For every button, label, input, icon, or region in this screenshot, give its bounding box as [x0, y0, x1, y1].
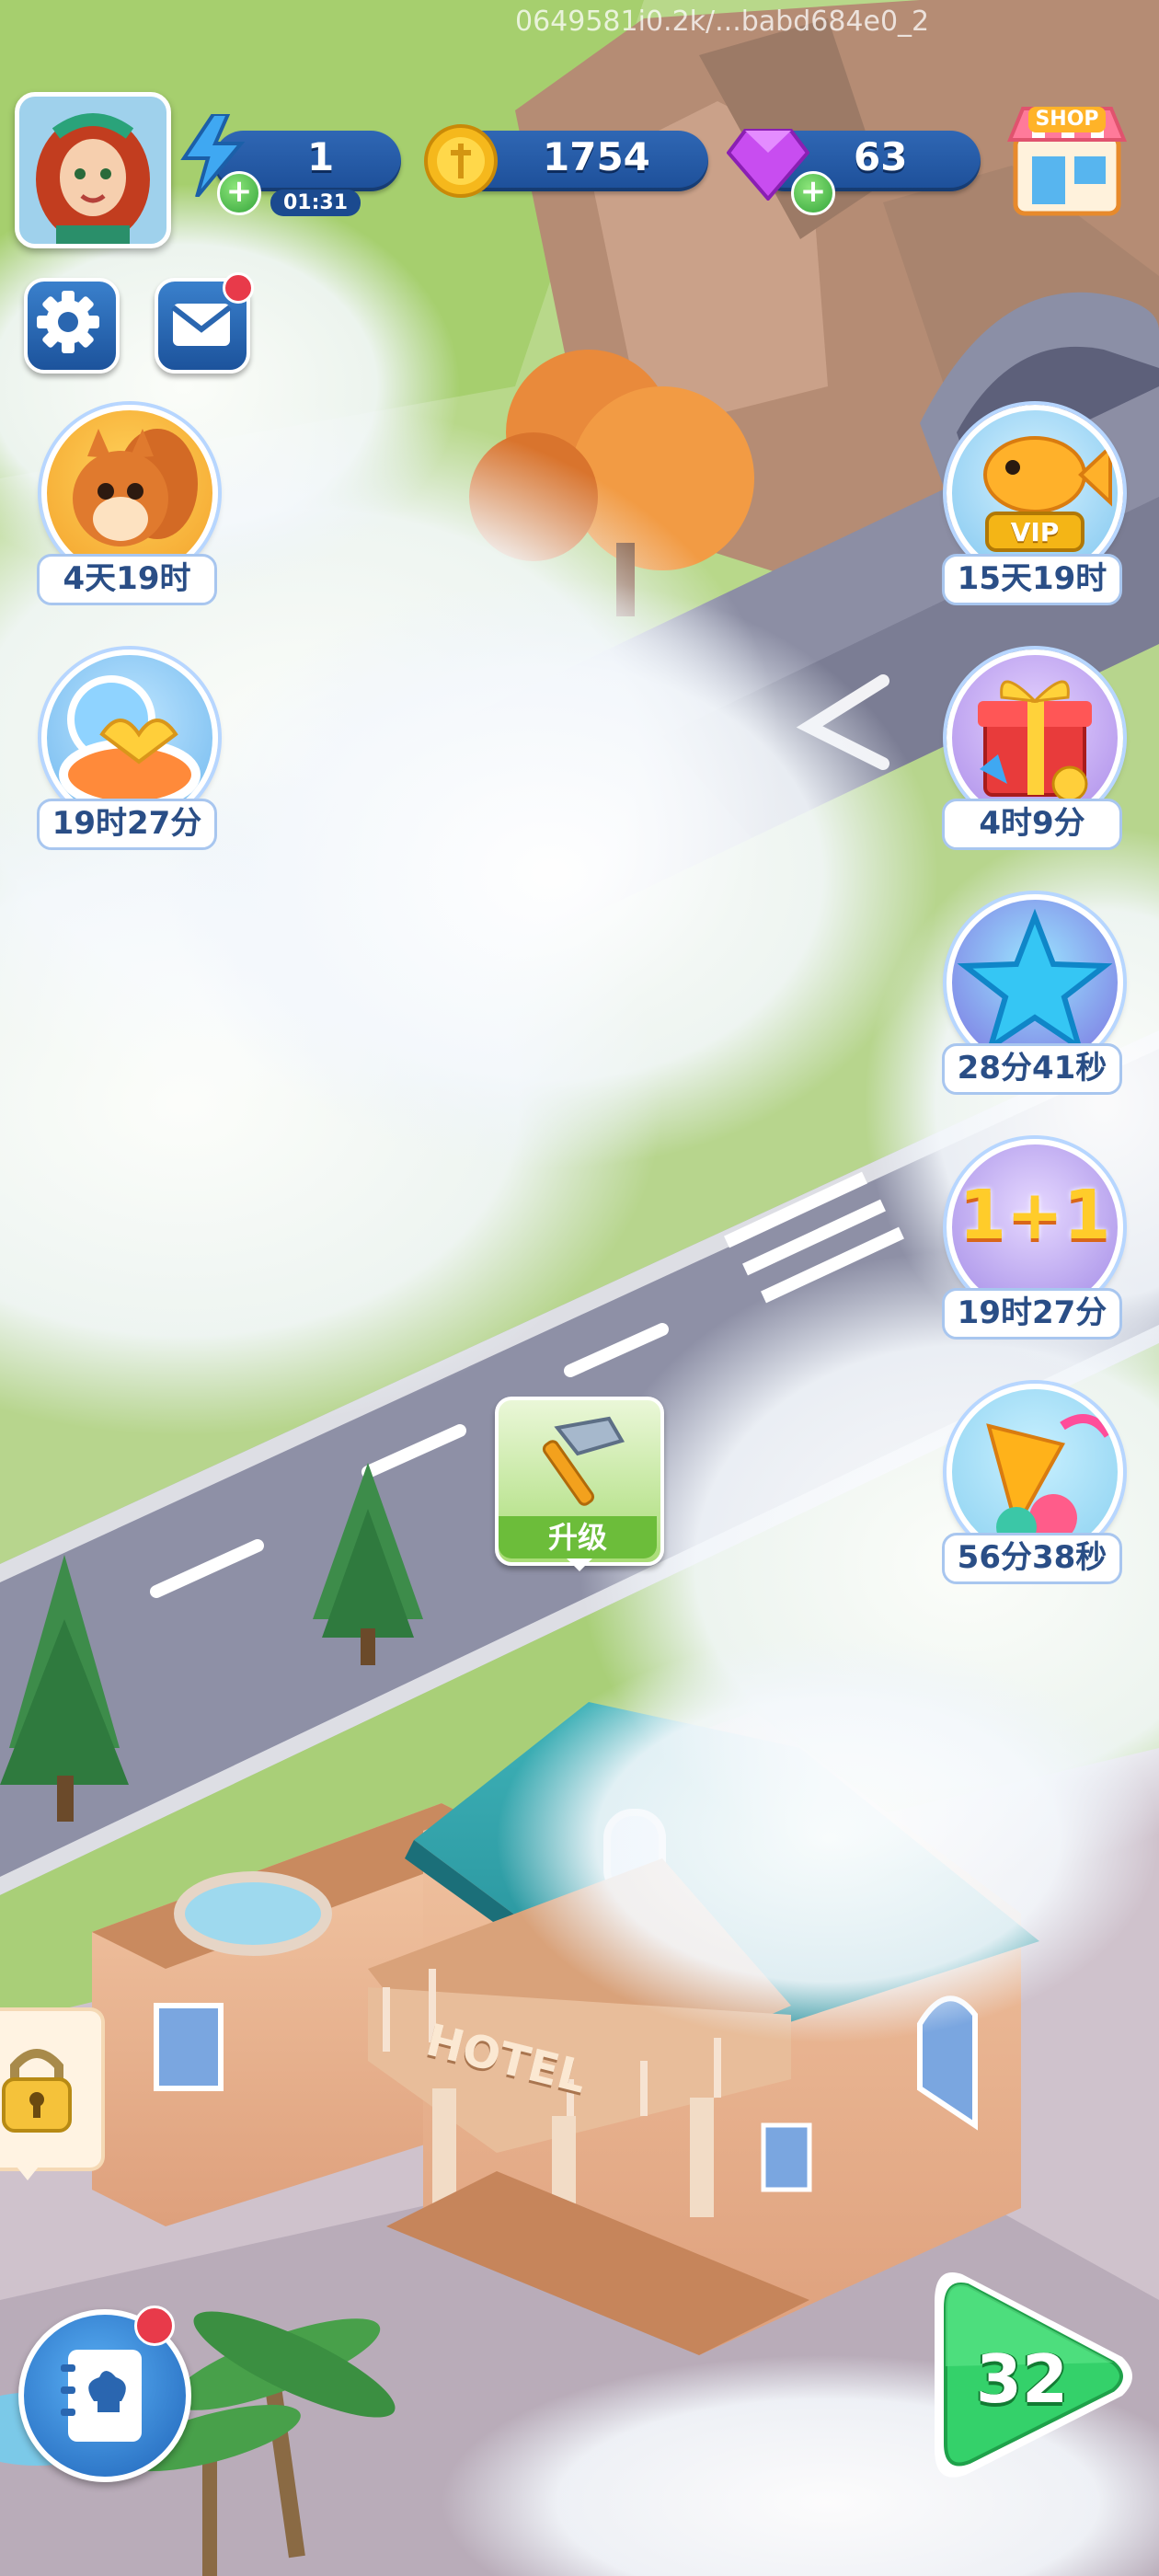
energy-plus-button[interactable]: + — [217, 171, 261, 215]
vip-event-button[interactable]: VIP 15天19时 — [942, 405, 1123, 605]
coin-icon — [423, 123, 499, 199]
hammer-icon — [542, 1416, 625, 1506]
gift-icon — [978, 680, 1092, 802]
level-number: 32 — [975, 2340, 1069, 2418]
mail-notification-dot — [223, 272, 254, 304]
energy-value: 1 — [307, 134, 335, 179]
upgrade-label: 升级 — [499, 1516, 657, 1558]
beach-ring-icon — [59, 675, 201, 811]
gems-value: 63 — [854, 134, 908, 179]
locked-area-button[interactable] — [0, 2007, 105, 2182]
fish-icon — [983, 436, 1112, 552]
gift-event-button[interactable]: 4时9分 — [942, 650, 1123, 850]
squirrel-icon — [73, 429, 198, 546]
event-timer: 19时27分 — [37, 799, 217, 850]
player-avatar[interactable] — [15, 92, 171, 248]
recipe-notification-dot — [134, 2306, 175, 2346]
event-timer: 4时9分 — [942, 799, 1122, 850]
watermark-text: 0649581i0.2k/...babd684e0_2 — [515, 6, 930, 38]
shop-button[interactable]: SHOP — [1004, 99, 1130, 219]
party-event-button[interactable]: 56分38秒 — [942, 1384, 1123, 1584]
gems-plus-button[interactable]: + — [791, 171, 835, 215]
one-plus-one-badge: 1+1 — [958, 1176, 1111, 1255]
vip-badge: VIP — [1010, 517, 1060, 547]
padlock-icon — [2, 2049, 72, 2133]
event-timer: 56分38秒 — [942, 1533, 1122, 1584]
event-timer: 4天19时 — [37, 554, 217, 605]
recipe-book-icon — [61, 2350, 142, 2442]
coins-value: 1754 — [543, 134, 650, 179]
play-level-button[interactable]: 32 — [925, 2256, 1142, 2497]
star-icon — [957, 908, 1113, 1054]
event-timer: 28分41秒 — [942, 1043, 1122, 1095]
one-plus-one-event-button[interactable]: 1+1 19时27分 — [942, 1139, 1123, 1340]
settings-button[interactable] — [24, 278, 120, 374]
shop-label: SHOP — [1028, 107, 1106, 132]
energy-timer: 01:31 — [270, 190, 361, 216]
party-popper-icon — [986, 1414, 1113, 1547]
avatar-portrait-icon — [19, 97, 166, 244]
event-timer: 19时27分 — [942, 1288, 1122, 1340]
star-event-button[interactable]: 28分41秒 — [942, 894, 1123, 1095]
gear-icon — [37, 291, 99, 353]
event-timer: 15天19时 — [942, 554, 1122, 605]
squirrel-event-button[interactable]: 4天19时 — [37, 405, 218, 605]
beach-event-button[interactable]: 19时27分 — [37, 650, 218, 850]
upgrade-button[interactable]: 升级 — [495, 1397, 664, 1571]
